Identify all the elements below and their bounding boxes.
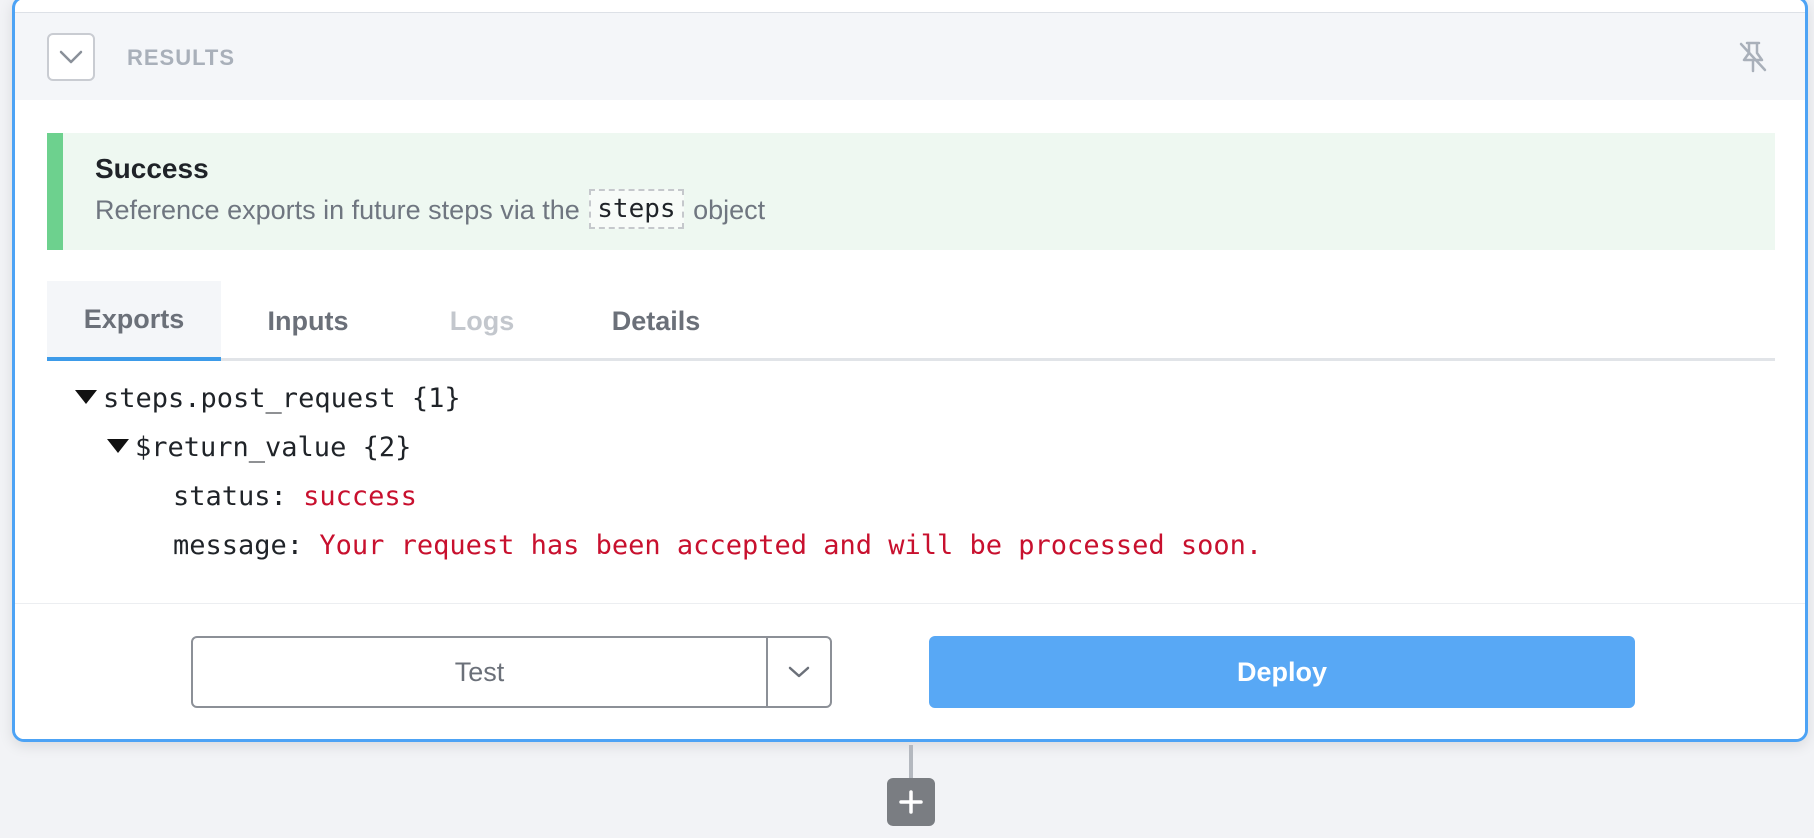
- test-button-group: Test: [191, 636, 832, 708]
- step-card: RESULTS Success Reference exports in fut…: [12, 0, 1808, 742]
- caret-down-icon[interactable]: [75, 390, 97, 404]
- results-title: RESULTS: [127, 45, 236, 70]
- results-header: RESULTS: [15, 12, 1805, 100]
- alert-message-after: object: [693, 195, 766, 225]
- deploy-button[interactable]: Deploy: [929, 636, 1635, 708]
- tree-field-status: status: success: [173, 477, 417, 517]
- collapse-results-button[interactable]: [47, 33, 95, 81]
- tree-child-row[interactable]: $return_value {2}: [107, 428, 411, 468]
- unpin-icon[interactable]: [1735, 39, 1771, 75]
- field-value: Your request has been accepted and will …: [319, 530, 1263, 561]
- chevron-down-icon: [788, 666, 810, 678]
- tab-exports[interactable]: Exports: [47, 281, 221, 361]
- chevron-down-icon: [59, 50, 83, 64]
- field-value: success: [303, 481, 417, 512]
- tab-inputs[interactable]: Inputs: [221, 281, 395, 361]
- caret-down-icon[interactable]: [107, 439, 129, 453]
- tree-field-message: message: Your request has been accepted …: [173, 526, 1262, 566]
- plus-icon: [899, 790, 923, 814]
- alert-message-before: Reference exports in future steps via th…: [95, 195, 580, 225]
- test-button[interactable]: Test: [193, 638, 766, 706]
- result-tabs: Exports Inputs Logs Details: [47, 281, 1775, 361]
- tree-child-label: $return_value {2}: [135, 432, 412, 463]
- alert-message: Reference exports in future steps via th…: [95, 189, 766, 231]
- field-key: status:: [173, 481, 287, 512]
- tree-root-label: steps.post_request {1}: [103, 383, 461, 414]
- success-alert: Success Reference exports in future step…: [47, 133, 1775, 250]
- field-key: message:: [173, 530, 304, 561]
- tab-details[interactable]: Details: [569, 281, 743, 361]
- tree-root-row[interactable]: steps.post_request {1}: [75, 379, 461, 419]
- tab-logs[interactable]: Logs: [395, 281, 569, 361]
- alert-title: Success: [95, 153, 209, 184]
- add-step-button[interactable]: [887, 778, 935, 826]
- test-dropdown-button[interactable]: [766, 638, 830, 706]
- step-connector-line: [909, 745, 913, 779]
- action-footer: Test Deploy: [15, 603, 1805, 739]
- alert-code-steps: steps: [589, 189, 684, 229]
